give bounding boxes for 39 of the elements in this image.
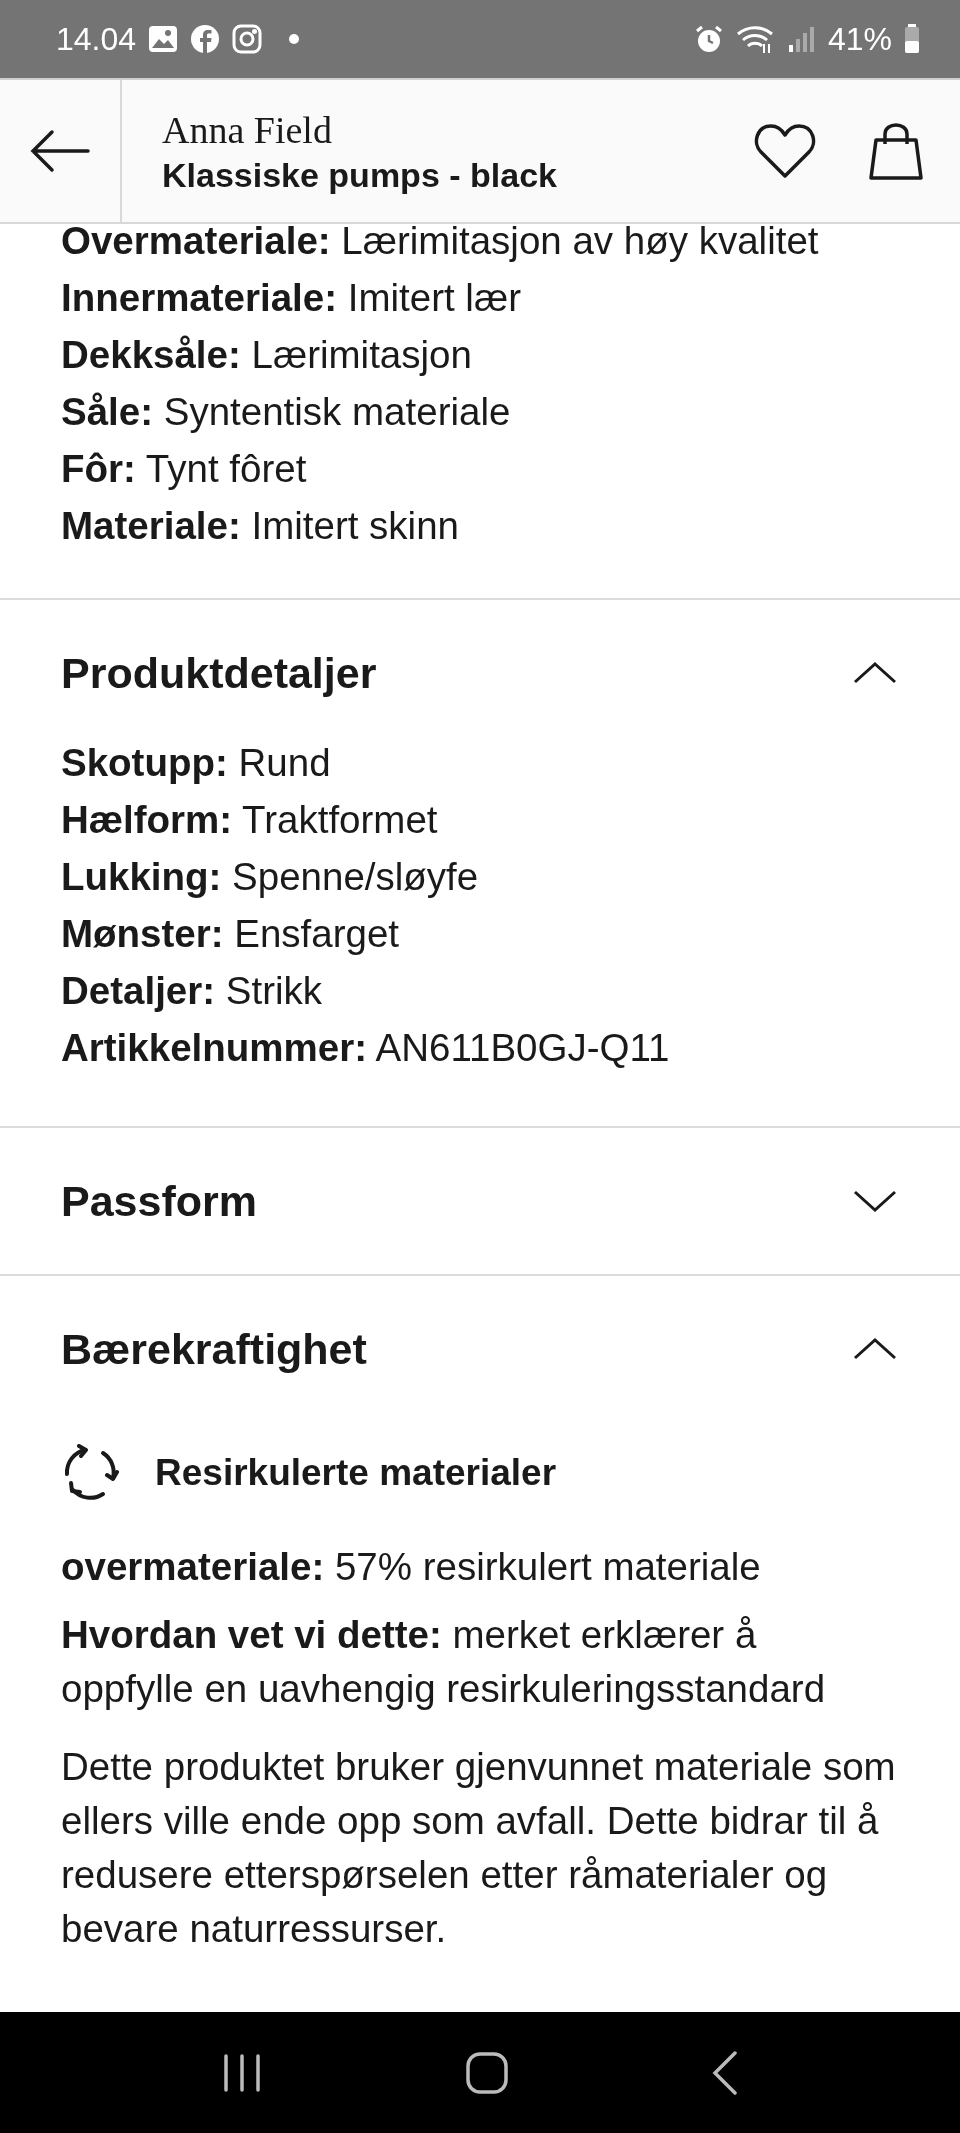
description-paragraph: Dette produktet bruker gjenvunnet materiale som ellers ville ende opp som avfall. Dette bidrar til å redusere etterspørselen etter råmaterialer og bevare naturressurser.: [61, 1744, 897, 1952]
section-title[interactable]: Passform: [61, 1176, 257, 1226]
spec-text: Artikkelnummer: AN611B0GJ-Q11: [61, 1025, 671, 1071]
facebook-icon: [190, 24, 221, 54]
back-nav-button[interactable]: [712, 2050, 738, 2095]
material-text: Såle: Syntentisk materiale: [61, 389, 512, 435]
info-text: overmateriale: 57% resirkulert materiale: [61, 1544, 762, 1590]
back-button[interactable]: [30, 129, 90, 173]
material-text: Dekksåle: Lærimitasjon: [61, 332, 473, 378]
feature-title: Resirkulerte materialer: [155, 1452, 557, 1494]
home-button[interactable]: [466, 2051, 508, 2094]
material-text: Fôr: Tynt fôret: [61, 446, 308, 492]
chevron-up-icon[interactable]: [851, 660, 899, 686]
image-icon: [148, 25, 179, 53]
material-text: Overmateriale: Lærimitasjon av høy kvalitet: [61, 224, 820, 264]
material-text: Materiale: Imitert skinn: [61, 503, 460, 549]
info-text: Hvordan vet vi dette: merket erklærer å oppfylle en uavhengig resirkuleringsstandard: [61, 1612, 827, 1712]
recent-apps-button[interactable]: [222, 2053, 262, 2092]
battery-percent: 41%: [827, 20, 892, 58]
dot-icon: [288, 33, 301, 45]
status-time: 14.04: [56, 20, 137, 58]
alarm-icon: [693, 24, 724, 54]
spec-text: Hælform: Traktformet: [61, 797, 439, 843]
spec-text: Mønster: Ensfarget: [61, 911, 401, 957]
instagram-icon: [232, 24, 263, 54]
signal-icon: [787, 25, 816, 53]
chevron-down-icon[interactable]: [851, 1188, 899, 1214]
chevron-up-icon[interactable]: [851, 1336, 899, 1362]
battery-icon: [904, 24, 920, 54]
bag-button[interactable]: [868, 120, 924, 182]
brand-name: Anna Field: [162, 107, 333, 152]
product-title: Klassiske pumps - black: [162, 155, 558, 195]
favorite-button[interactable]: [754, 123, 816, 179]
spec-text: Skotupp: Rund: [61, 740, 332, 786]
section-title[interactable]: Produktdetaljer: [61, 648, 377, 698]
section-title[interactable]: Bærekraftighet: [61, 1324, 367, 1374]
spec-text: Detaljer: Strikk: [61, 968, 323, 1014]
material-text: Innermateriale: Imitert lær: [61, 275, 522, 321]
spec-text: Lukking: Spenne/sløyfe: [61, 854, 480, 900]
